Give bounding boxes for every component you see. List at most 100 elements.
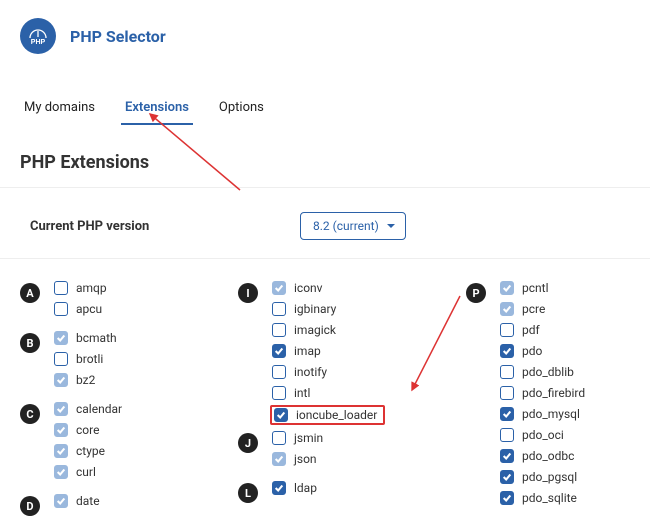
extension-curl[interactable]: curl [54,465,122,479]
extension-inotify[interactable]: inotify [272,365,379,379]
extension-pdo_odbc[interactable]: pdo_odbc [500,449,585,463]
checkbox-pdo_mysql[interactable] [500,407,514,421]
checkbox-ioncube_loader[interactable] [274,408,288,422]
extension-calendar[interactable]: calendar [54,402,122,416]
extension-label: apcu [76,302,102,316]
extension-label: pcre [522,302,545,316]
extension-label: intl [294,386,310,400]
extension-label: bz2 [76,373,95,387]
extension-label: amqp [76,281,107,295]
checkbox-imagick[interactable] [272,323,286,337]
checkbox-date[interactable] [54,494,68,508]
checkbox-imap[interactable] [272,344,286,358]
extension-pdo_sqlite[interactable]: pdo_sqlite [500,491,585,505]
checkbox-ctype[interactable] [54,444,68,458]
extension-pdo_firebird[interactable]: pdo_firebird [500,386,585,400]
extension-json[interactable]: json [272,452,323,466]
extension-intl[interactable]: intl [272,386,379,400]
tab-my-domains[interactable]: My domains [20,94,99,125]
checkbox-pdo_pgsql[interactable] [500,470,514,484]
checkbox-pdo[interactable] [500,344,514,358]
extension-core[interactable]: core [54,423,122,437]
letter-badge-a: A [20,283,40,303]
extension-pcre[interactable]: pcre [500,302,585,316]
checkbox-pdo_odbc[interactable] [500,449,514,463]
extension-label: imagick [294,323,336,337]
extension-pdo_pgsql[interactable]: pdo_pgsql [500,470,585,484]
extension-pcntl[interactable]: pcntl [500,281,585,295]
checkbox-bz2[interactable] [54,373,68,387]
letter-badge-i: I [238,283,258,303]
php-logo-icon: PHP [20,18,56,54]
tab-options[interactable]: Options [215,94,268,125]
extension-ioncube_loader[interactable]: ioncube_loader [270,405,385,425]
letter-badge-b: B [20,333,40,353]
extension-pdo_oci[interactable]: pdo_oci [500,428,585,442]
extension-label: pdo_pgsql [522,470,577,484]
checkbox-pdo_dblib[interactable] [500,365,514,379]
checkbox-intl[interactable] [272,386,286,400]
checkbox-pdf[interactable] [500,323,514,337]
extension-label: date [76,494,100,508]
checkbox-ldap[interactable] [272,481,286,495]
extension-label: ioncube_loader [296,408,377,422]
extension-pdo_dblib[interactable]: pdo_dblib [500,365,585,379]
checkbox-iconv[interactable] [272,281,286,295]
extension-label: pdf [522,323,540,337]
extension-label: inotify [294,365,327,379]
extension-label: pcntl [522,281,549,295]
checkbox-bcmath[interactable] [54,331,68,345]
checkbox-inotify[interactable] [272,365,286,379]
extension-imagick[interactable]: imagick [272,323,379,337]
extension-label: igbinary [294,302,336,316]
checkbox-core[interactable] [54,423,68,437]
checkbox-pcntl[interactable] [500,281,514,295]
checkbox-igbinary[interactable] [272,302,286,316]
extension-bz2[interactable]: bz2 [54,373,117,387]
extension-label: pdo_sqlite [522,491,577,505]
extension-label: pdo_mysql [522,407,580,421]
extension-jsmin[interactable]: jsmin [272,431,323,445]
checkbox-apcu[interactable] [54,302,68,316]
checkbox-json[interactable] [272,452,286,466]
extension-pdo_mysql[interactable]: pdo_mysql [500,407,585,421]
checkbox-brotli[interactable] [54,352,68,366]
extension-label: jsmin [294,431,323,445]
letter-badge-p: P [466,283,486,303]
letter-badge-c: C [20,404,40,424]
checkbox-pdo_firebird[interactable] [500,386,514,400]
checkbox-pdo_sqlite[interactable] [500,491,514,505]
version-label: Current PHP version [30,219,300,234]
extension-label: imap [294,344,321,358]
extension-bcmath[interactable]: bcmath [54,331,117,345]
checkbox-curl[interactable] [54,465,68,479]
extension-iconv[interactable]: iconv [272,281,379,295]
extension-ctype[interactable]: ctype [54,444,122,458]
extension-label: calendar [76,402,122,416]
extension-label: core [76,423,99,437]
section-title: PHP Extensions [0,126,650,187]
extension-pdf[interactable]: pdf [500,323,585,337]
extension-date[interactable]: date [54,494,100,508]
extension-label: pdo_oci [522,428,564,442]
checkbox-pdo_oci[interactable] [500,428,514,442]
letter-badge-d: D [20,496,40,516]
checkbox-amqp[interactable] [54,281,68,295]
extension-pdo[interactable]: pdo [500,344,585,358]
extension-igbinary[interactable]: igbinary [272,302,379,316]
extension-apcu[interactable]: apcu [54,302,107,316]
extension-label: pdo_odbc [522,449,574,463]
extension-amqp[interactable]: amqp [54,281,107,295]
extension-imap[interactable]: imap [272,344,379,358]
extension-label: pdo_firebird [522,386,585,400]
php-version-select[interactable]: 8.2 (current) [300,212,406,240]
tab-extensions[interactable]: Extensions [121,94,193,125]
tabs: My domains Extensions Options [0,64,650,126]
extension-ldap[interactable]: ldap [272,481,317,495]
extension-brotli[interactable]: brotli [54,352,117,366]
letter-badge-l: L [238,483,258,503]
checkbox-calendar[interactable] [54,402,68,416]
extension-label: bcmath [76,331,117,345]
checkbox-pcre[interactable] [500,302,514,316]
checkbox-jsmin[interactable] [272,431,286,445]
